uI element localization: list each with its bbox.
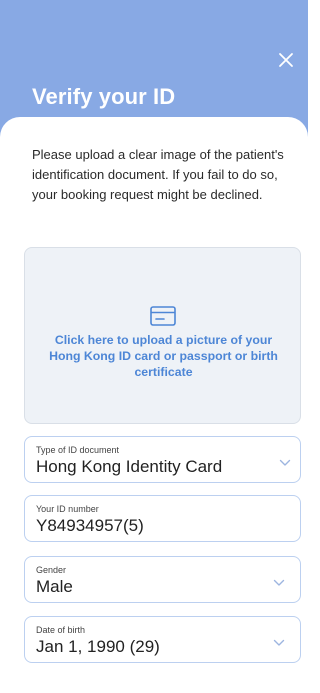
gender-select[interactable]: Gender Male [24,556,301,603]
id-number-value: Y84934957(5) [36,516,144,535]
upload-instructions: Click here to upload a picture of your H… [49,333,278,379]
chevron-down-icon [273,639,285,646]
close-icon [279,53,293,67]
id-type-label: Type of ID document [36,445,120,455]
close-button[interactable] [272,46,300,74]
upload-id-area[interactable]: Click here to upload a picture of your H… [24,247,301,424]
chevron-down-icon [279,459,291,466]
id-card-icon [150,306,176,326]
gender-label: Gender [36,565,67,575]
date-of-birth-select[interactable]: Date of birth Jan 1, 1990 (29) [24,616,301,663]
id-number-field[interactable]: Your ID number Y84934957(5) [24,495,301,542]
date-of-birth-value: Jan 1, 1990 (29) [36,637,160,656]
gender-value: Male [36,577,73,596]
instructions-text: Please upload a clear image of the patie… [32,147,284,202]
id-number-label: Your ID number [36,504,99,514]
page-title: Verify your ID [32,84,176,109]
verify-id-screen: Verify your ID Please upload a clear ima… [0,0,308,693]
id-type-value: Hong Kong Identity Card [36,457,223,476]
date-of-birth-label: Date of birth [36,625,86,635]
id-type-select[interactable]: Type of ID document Hong Kong Identity C… [24,436,301,483]
chevron-down-icon [273,579,285,586]
